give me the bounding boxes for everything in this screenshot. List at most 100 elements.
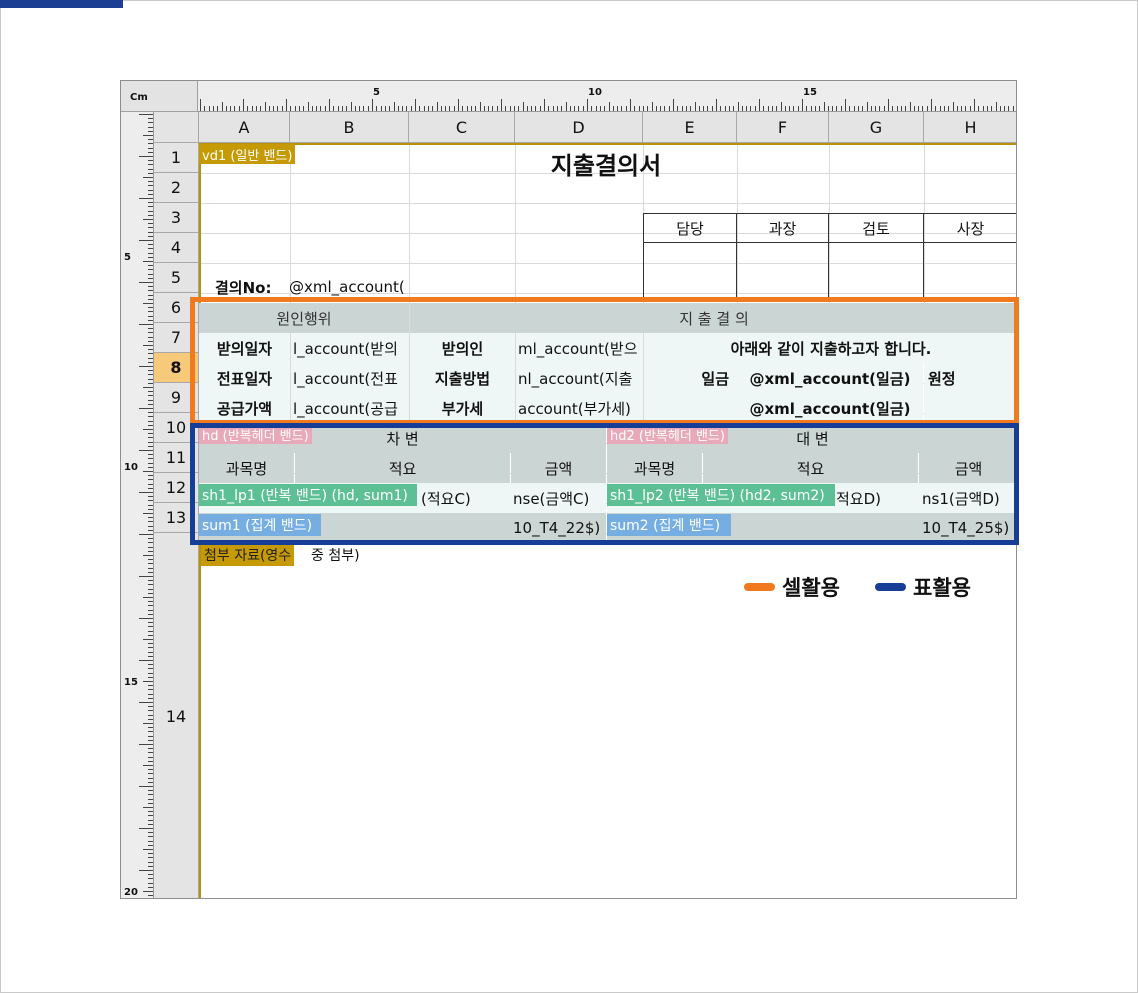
ruler-tick (599, 106, 601, 111)
ruler-tick (148, 601, 153, 603)
band-attach-label[interactable]: 첨부 자료(영수 (201, 544, 295, 566)
horizontal-ruler[interactable]: 5 10 15 (198, 81, 1016, 112)
ruler-tick (703, 106, 705, 111)
vertical-ruler[interactable]: 5 10 15 20 (121, 112, 154, 898)
r14-attachment-text[interactable]: 중 첨부) (311, 544, 411, 566)
form-title[interactable]: 지출결의서 (521, 143, 691, 183)
ruler-tick (780, 102, 782, 111)
ruler-tick (862, 106, 864, 111)
ruler-tick (230, 106, 232, 111)
ruler-tick (143, 639, 153, 640)
ruler-tick (746, 106, 748, 111)
ruler-tick (139, 492, 153, 493)
row-header-2[interactable]: 2 (154, 173, 199, 203)
ruler-tick (810, 106, 812, 111)
ruler-tick (148, 844, 153, 846)
band-vd1-label[interactable]: vd1 (일반 밴드) (199, 144, 296, 164)
ruler-tick (148, 290, 153, 292)
ruler-tick (148, 227, 153, 229)
row-header-4[interactable]: 4 (154, 233, 199, 263)
ruler-tick (466, 106, 468, 111)
ruler-tick (148, 307, 153, 309)
column-header-e[interactable]: E (643, 112, 737, 143)
ruler-tick (359, 106, 361, 111)
ruler-tick (148, 840, 153, 842)
column-header-d[interactable]: D (515, 112, 643, 143)
ruler-tick (423, 106, 425, 111)
ruler-tick (148, 273, 153, 275)
ruler-tick (802, 99, 803, 111)
row-header-3[interactable]: 3 (154, 203, 199, 233)
approval-cell-4[interactable]: 사장 (923, 213, 1016, 243)
ruler-tick (148, 886, 153, 888)
column-header-g[interactable]: G (829, 112, 924, 143)
ruler-tick (148, 605, 153, 607)
column-header-a[interactable]: A (199, 112, 290, 143)
ruler-tick (354, 106, 356, 111)
ruler-tick (148, 630, 153, 632)
ruler-tick (148, 592, 153, 594)
ruler-tick (931, 99, 932, 111)
ruler-number: 15 (803, 87, 817, 98)
ruler-tick (148, 412, 153, 414)
column-header-b[interactable]: B (290, 112, 409, 143)
approval-cell-2[interactable]: 과장 (736, 213, 829, 243)
ruler-tick (857, 106, 859, 111)
ruler-tick (311, 106, 313, 111)
ruler-tick (148, 294, 153, 296)
ruler-tick (139, 156, 153, 157)
approval-cell-1[interactable]: 담당 (643, 213, 737, 243)
ruler-tick (1012, 106, 1014, 111)
column-header-f[interactable]: F (737, 112, 829, 143)
ruler-tick (943, 106, 945, 111)
ruler-tick (449, 106, 451, 111)
ruler-tick (148, 542, 153, 544)
ruler-tick (234, 106, 236, 111)
ruler-tick (999, 106, 1001, 111)
ruler-tick (148, 739, 153, 741)
ruler-tick (148, 634, 153, 636)
ruler-tick (148, 626, 153, 628)
ruler-tick (544, 99, 545, 111)
ruler-tick (630, 99, 631, 111)
approval-cell-3[interactable]: 검토 (828, 213, 924, 243)
ruler-tick (621, 106, 623, 111)
ruler-tick (617, 106, 619, 111)
ruler-tick (148, 861, 153, 863)
ruler-tick (913, 106, 915, 111)
ruler-tick (806, 106, 808, 111)
select-all-corner[interactable] (154, 112, 199, 143)
ruler-tick (148, 655, 153, 657)
ruler-tick (578, 106, 580, 111)
ruler-tick (376, 106, 378, 111)
ruler-tick (982, 106, 984, 111)
ruler-tick (320, 106, 322, 111)
ruler-tick (625, 106, 627, 111)
ruler-tick (148, 374, 153, 376)
ruler-tick (961, 106, 963, 111)
column-header-h[interactable]: H (924, 112, 1016, 143)
ruler-tick (488, 106, 490, 111)
ruler-tick (660, 106, 662, 111)
ruler-tick (148, 689, 153, 691)
ruler-tick (668, 106, 670, 111)
ruler-number: 15 (124, 677, 138, 688)
ruler-tick (771, 106, 773, 111)
row-header-1[interactable]: 1 (154, 143, 199, 173)
ruler-tick (879, 106, 881, 111)
column-header-c[interactable]: C (409, 112, 515, 143)
ruler-tick (139, 114, 153, 115)
row-header-5[interactable]: 5 (154, 263, 199, 293)
ruler-tick (479, 102, 481, 111)
ruler-tick (139, 828, 153, 829)
ruler-tick (148, 286, 153, 288)
ruler-tick (255, 106, 257, 111)
ruler-tick (539, 106, 541, 111)
ruler-tick (148, 748, 153, 750)
ruler-tick (462, 106, 464, 111)
ruler-tick (148, 832, 153, 834)
ruler-tick (832, 106, 834, 111)
row-header-14[interactable]: 14 (154, 533, 199, 898)
ruler-tick (849, 106, 851, 111)
ruler-tick (273, 106, 275, 111)
